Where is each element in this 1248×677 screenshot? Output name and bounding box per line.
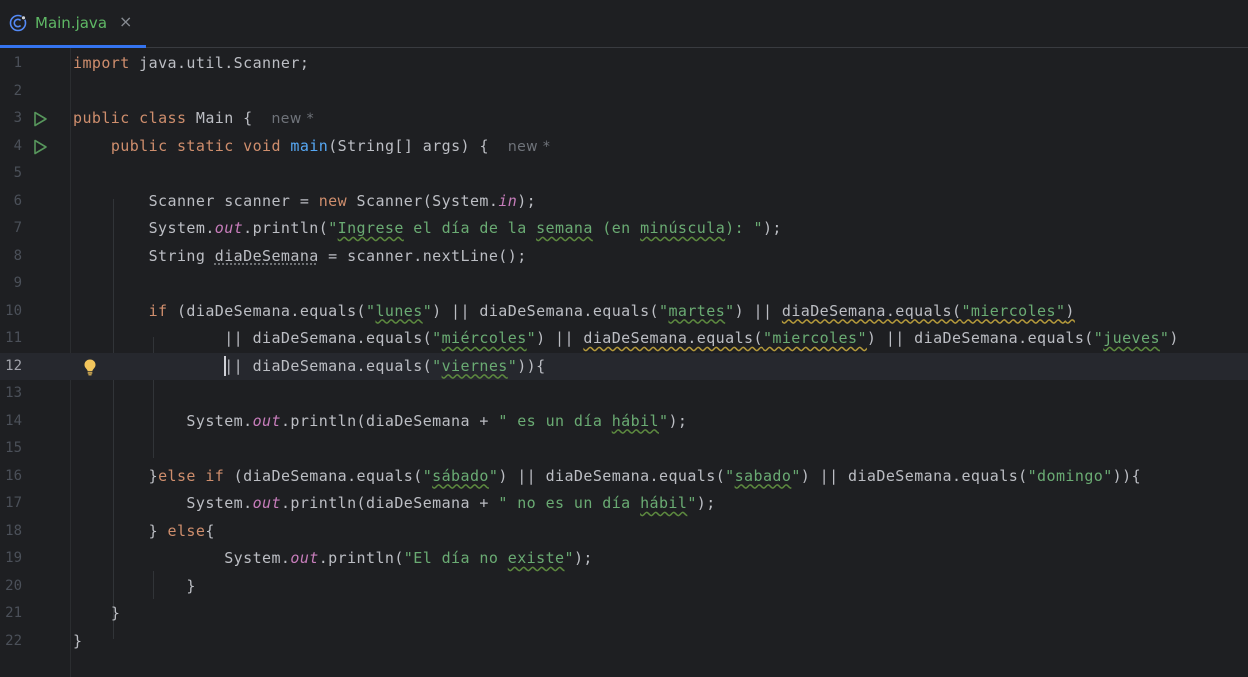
code-line: 21 } (0, 600, 1248, 628)
code-line: 14 System.out.println(diaDeSemana + " es… (0, 408, 1248, 436)
line-number: 10 (5, 302, 22, 319)
code-line: 18 } else{ (0, 518, 1248, 546)
run-gutter-icon[interactable] (32, 139, 48, 155)
close-icon[interactable]: × (119, 12, 132, 31)
line-number: 15 (5, 440, 22, 456)
code-line: 1 import java.util.Scanner; (0, 50, 1248, 78)
line-number: 11 (5, 330, 22, 346)
code-line: 17 System.out.println(diaDeSemana + " no… (0, 490, 1248, 518)
code-line: 19 System.out.println("El día no existe"… (0, 545, 1248, 573)
line-number: 12 (5, 357, 22, 374)
line-number: 5 (13, 165, 22, 181)
code-line: 8 String diaDeSemana = scanner.nextLine(… (0, 243, 1248, 271)
usage-hint[interactable]: new * (508, 139, 551, 155)
code-line: 2 (0, 78, 1248, 106)
line-number: 1 (13, 55, 22, 71)
code-line: 6 Scanner scanner = new Scanner(System.i… (0, 188, 1248, 216)
line-number: 3 (13, 110, 22, 126)
code-line: 22 } (0, 628, 1248, 656)
line-number: 20 (5, 577, 22, 594)
code-line: 4 public static void main(String[] args)… (0, 133, 1248, 161)
line-number: 18 (5, 522, 22, 539)
line-number: 22 (5, 632, 22, 649)
code-editor[interactable]: 1 import java.util.Scanner; 2 3 public c… (0, 48, 1248, 677)
line-number: 9 (13, 275, 22, 291)
line-number: 21 (5, 605, 22, 621)
tab-main-java[interactable]: Main.java × (0, 0, 146, 48)
editor-tab-bar: Main.java × (0, 0, 1248, 48)
code-line-current: 12 || diaDeSemana.equals("viernes")){ (0, 352, 1248, 380)
code-line: 3 public class Main { new * (0, 105, 1248, 133)
line-number: 8 (13, 247, 22, 264)
line-number: 2 (13, 82, 22, 99)
line-number: 14 (5, 412, 22, 429)
code-line: 15 (0, 435, 1248, 463)
code-line: 5 (0, 160, 1248, 188)
line-number: 19 (5, 550, 22, 566)
code-line: 20 } (0, 573, 1248, 601)
line-number: 13 (5, 385, 22, 401)
java-class-icon (9, 14, 27, 32)
code-line: 7 System.out.println("Ingrese el día de … (0, 215, 1248, 243)
line-number: 16 (5, 467, 22, 484)
code-line: 11 || diaDeSemana.equals("miércoles") ||… (0, 325, 1248, 353)
line-number: 7 (13, 220, 22, 236)
code-line: 9 (0, 270, 1248, 298)
code-line: 16 }else if (diaDeSemana.equals("sábado"… (0, 463, 1248, 491)
line-number: 6 (13, 192, 22, 209)
line-number: 17 (5, 495, 22, 511)
tab-filename: Main.java (35, 14, 108, 32)
run-gutter-icon[interactable] (32, 111, 48, 127)
code-line: 10 if (diaDeSemana.equals("lunes") || di… (0, 298, 1248, 326)
usage-hint[interactable]: new * (272, 111, 315, 127)
line-number: 4 (13, 137, 22, 154)
code-line: 13 (0, 380, 1248, 408)
